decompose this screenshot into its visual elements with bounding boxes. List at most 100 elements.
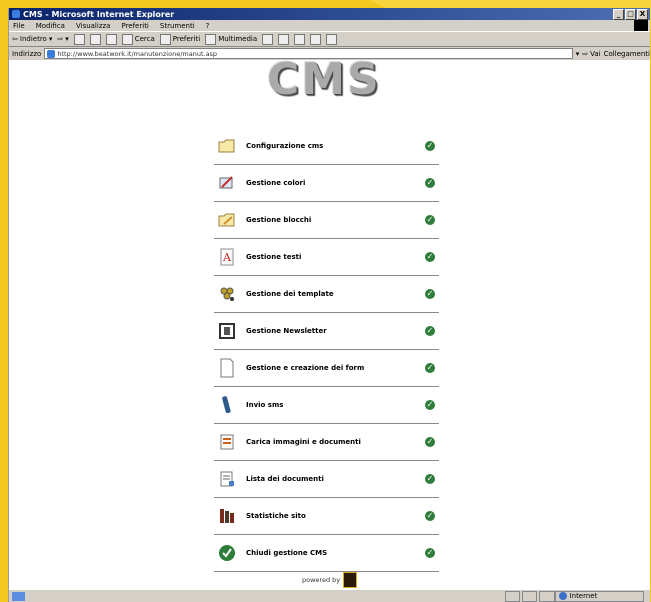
multimedia-icon	[205, 33, 217, 45]
go-button[interactable]: ⇨ Vai	[582, 50, 600, 58]
menu-item-label: Chiudi gestione CMS	[246, 549, 328, 557]
close-button[interactable]: X	[637, 9, 648, 20]
folder-pencil-icon	[218, 211, 236, 229]
cms-menu: Configurazione cms ✓ Gestione colori ✓ G…	[214, 128, 439, 572]
status-page-icon	[12, 591, 26, 601]
menu-preferiti[interactable]: Preferiti	[121, 22, 148, 30]
menu-item-label: Invio sms	[246, 401, 284, 409]
zone-label: Internet	[569, 592, 598, 600]
phone-icon	[218, 396, 236, 414]
favorites-icon	[159, 33, 171, 45]
menu-strumenti[interactable]: Strumenti	[160, 22, 195, 30]
menu-item-colori[interactable]: Gestione colori ✓	[214, 165, 439, 202]
check-icon: ✓	[425, 548, 435, 558]
menu-item-template[interactable]: Gestione dei template ✓	[214, 276, 439, 313]
stop-icon[interactable]	[73, 33, 85, 45]
forward-button[interactable]: ⇨ ▾	[57, 35, 68, 43]
address-url: http://www.beatwork.it/manutenzione/manu…	[57, 49, 218, 58]
menu-item-configurazione[interactable]: Configurazione cms ✓	[214, 128, 439, 165]
cms-logo: CMS	[267, 54, 381, 105]
powered-by-logo[interactable]	[343, 572, 358, 588]
menu-item-label: Gestione e creazione dei form	[246, 364, 365, 372]
browser-window: CMS - Microsoft Internet Explorer _ □ X …	[8, 8, 650, 602]
status-cell	[539, 590, 555, 602]
mail-icon[interactable]	[278, 33, 290, 45]
powered-by-label: powered by	[302, 576, 341, 584]
stats-icon	[218, 507, 236, 525]
menu-item-label: Configurazione cms	[246, 142, 324, 150]
status-cell	[522, 590, 538, 602]
check-icon: ✓	[425, 363, 435, 373]
template-icon	[218, 285, 236, 303]
back-button[interactable]: ⇦ Indietro ▾	[12, 35, 52, 43]
history-icon[interactable]	[262, 33, 274, 45]
check-icon: ✓	[425, 511, 435, 521]
favorites-label: Preferiti	[172, 35, 201, 43]
go-label: Vai	[590, 49, 601, 58]
check-icon: ✓	[425, 215, 435, 225]
menu-item-testi[interactable]: A Gestione testi ✓	[214, 239, 439, 276]
address-dropdown-icon[interactable]: ▾	[576, 50, 580, 58]
palette-icon	[218, 174, 236, 192]
page-icon	[47, 49, 56, 58]
menu-item-newsletter[interactable]: Gestione Newsletter ✓	[214, 313, 439, 350]
menu-item-label: Gestione blocchi	[246, 216, 312, 224]
search-icon	[121, 33, 133, 45]
menu-item-label: Gestione Newsletter	[246, 327, 327, 335]
multimedia-button[interactable]: Multimedia	[205, 33, 258, 45]
status-bar: Internet	[9, 589, 650, 602]
menu-modifica[interactable]: Modifica	[36, 22, 65, 30]
check-icon: ✓	[425, 437, 435, 447]
newsletter-icon	[218, 322, 236, 340]
menu-bar: File Modifica Visualizza Preferiti Strum…	[9, 20, 650, 31]
check-icon: ✓	[425, 252, 435, 262]
address-label: Indirizzo	[12, 49, 42, 58]
refresh-icon[interactable]	[89, 33, 101, 45]
toolbar: ⇦ Indietro ▾ ⇨ ▾ Cerca Preferiti Multimed…	[9, 31, 650, 47]
menu-item-label: Gestione dei template	[246, 290, 334, 298]
menu-item-statistiche[interactable]: Statistiche sito ✓	[214, 498, 439, 535]
security-zone: Internet	[554, 590, 645, 602]
print-icon[interactable]	[294, 33, 306, 45]
discuss-icon[interactable]	[326, 33, 338, 45]
home-icon[interactable]	[105, 33, 117, 45]
page-content: CMS Configurazione cms ✓ Gestione colori…	[9, 54, 650, 590]
menu-item-form[interactable]: Gestione e creazione dei form ✓	[214, 350, 439, 387]
status-cell	[505, 590, 521, 602]
go-arrow-icon: ⇨	[582, 49, 589, 58]
links-button[interactable]: Collegamenti	[604, 50, 650, 58]
edit-icon[interactable]	[310, 33, 322, 45]
menu-item-chiudi[interactable]: Chiudi gestione CMS ✓	[214, 535, 439, 572]
back-label: Indietro	[19, 35, 47, 43]
ie-icon	[12, 10, 20, 18]
forward-arrow-icon: ⇨	[57, 35, 64, 43]
maximize-button[interactable]: □	[625, 9, 636, 20]
menu-item-carica[interactable]: Carica immagini e documenti ✓	[214, 424, 439, 461]
minimize-button[interactable]: _	[613, 9, 624, 20]
back-arrow-icon: ⇦	[12, 35, 18, 43]
globe-icon	[558, 592, 567, 600]
text-doc-icon: A	[218, 248, 236, 266]
menu-help[interactable]: ?	[206, 22, 210, 30]
menu-file[interactable]: File	[13, 22, 25, 30]
check-icon: ✓	[425, 326, 435, 336]
svg-text:A: A	[222, 251, 232, 264]
powered-by: powered by	[302, 572, 358, 588]
check-icon: ✓	[425, 178, 435, 188]
favorites-button[interactable]: Preferiti	[159, 33, 201, 45]
search-label: Cerca	[134, 35, 155, 43]
folder-icon	[218, 137, 236, 155]
doc-list-icon	[218, 470, 236, 488]
menu-item-label: Statistiche sito	[246, 512, 306, 520]
multimedia-label: Multimedia	[218, 35, 258, 43]
windows-logo-icon	[634, 20, 648, 31]
menu-visualizza[interactable]: Visualizza	[76, 22, 110, 30]
check-icon: ✓	[425, 400, 435, 410]
search-button[interactable]: Cerca	[121, 33, 155, 45]
close-check-icon	[218, 544, 236, 562]
menu-item-label: Gestione testi	[246, 253, 302, 261]
title-bar: CMS - Microsoft Internet Explorer _ □ X	[9, 8, 650, 20]
menu-item-sms[interactable]: Invio sms ✓	[214, 387, 439, 424]
menu-item-lista[interactable]: Lista dei documenti ✓	[214, 461, 439, 498]
menu-item-blocchi[interactable]: Gestione blocchi ✓	[214, 202, 439, 239]
